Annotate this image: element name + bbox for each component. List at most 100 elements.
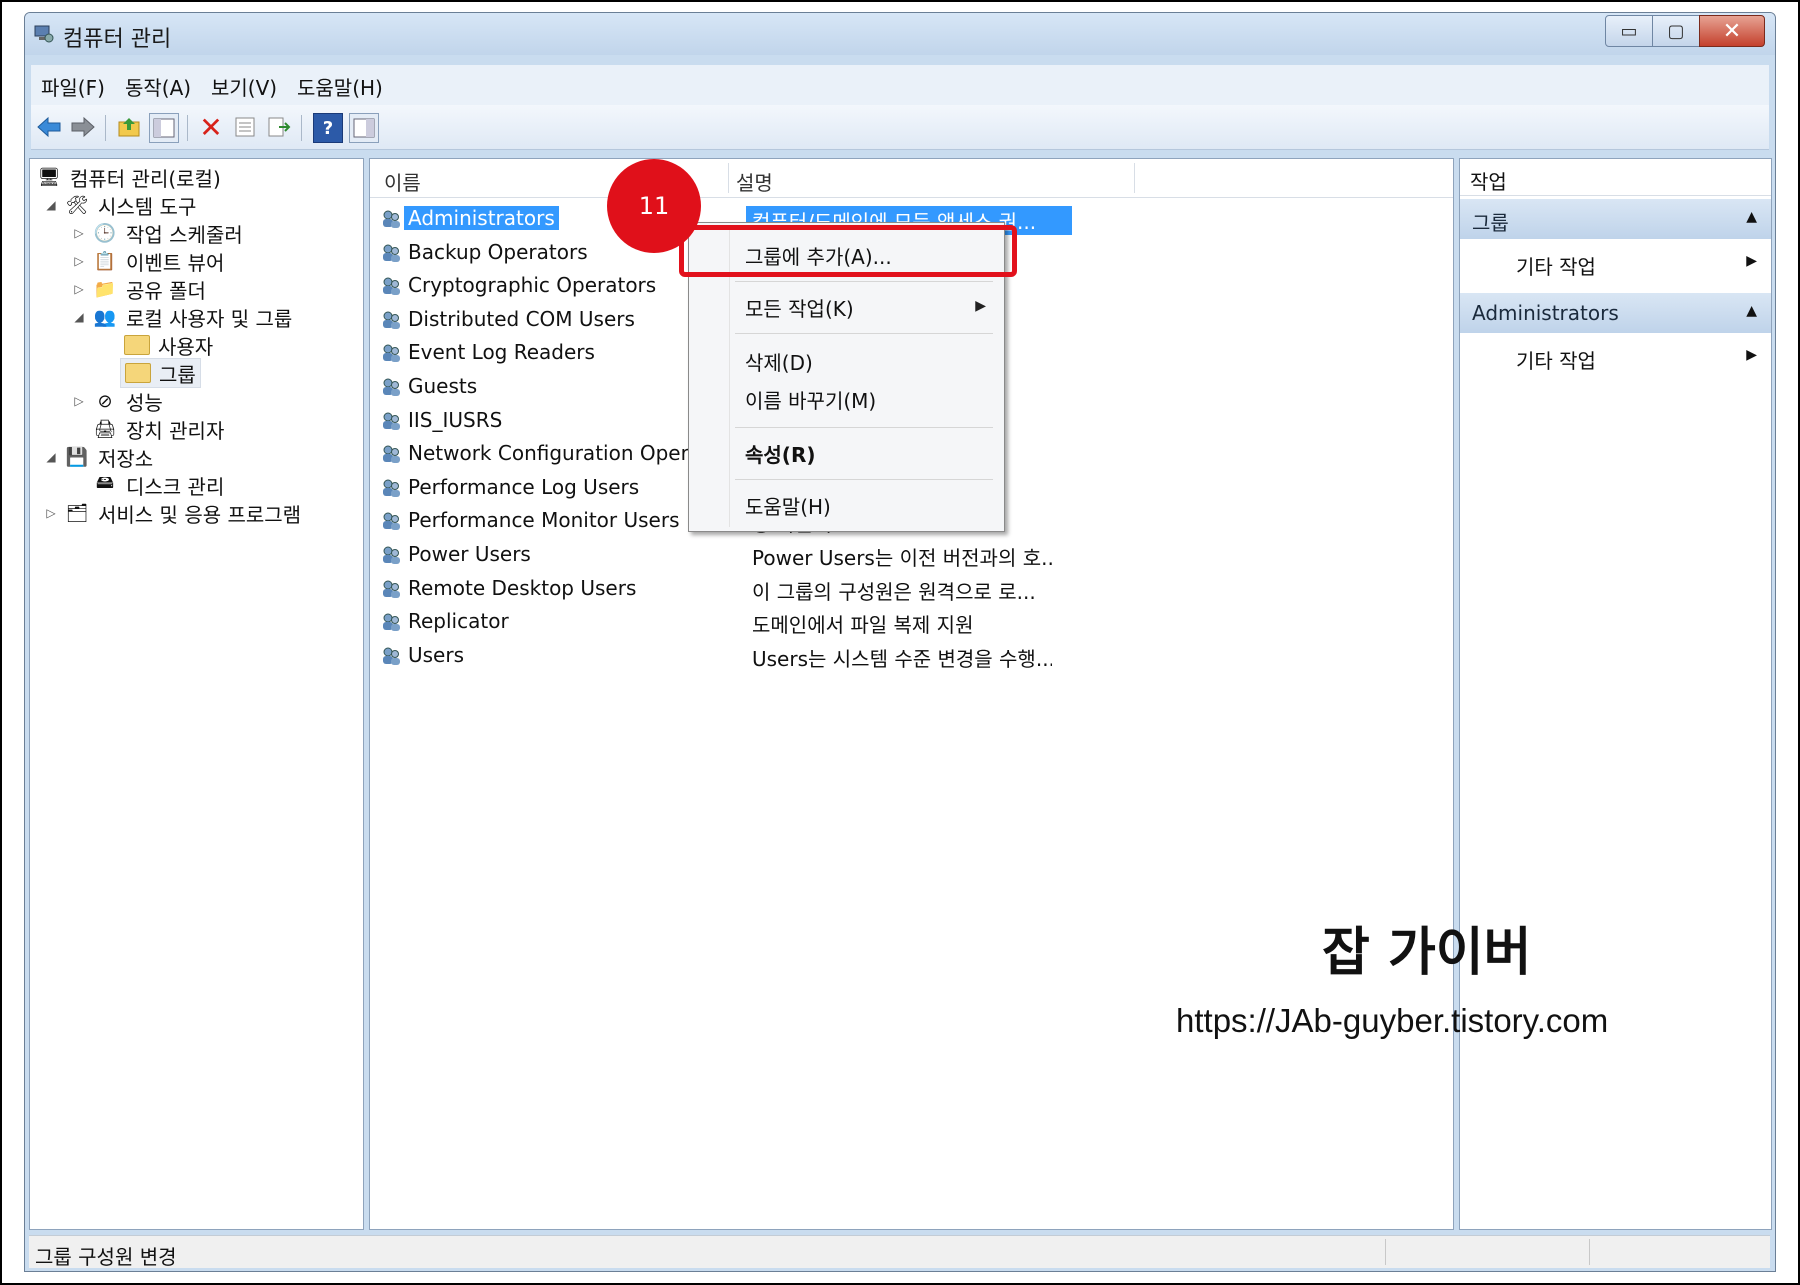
window-controls: ▭ ▢ ✕ (1605, 15, 1765, 47)
close-button[interactable]: ✕ (1699, 15, 1765, 47)
tree-node-label: 그룹 (159, 362, 196, 387)
tree-node-users[interactable]: 사용자 (124, 331, 213, 359)
back-arrow-icon[interactable] (35, 113, 63, 141)
menu-separator (735, 427, 993, 428)
group-name: IIS_IUSRS (408, 407, 503, 432)
table-row[interactable]: Remote Desktop Users 이 그룹의 구성원은 원격으로 로... (378, 575, 1438, 604)
group-name: Power Users (408, 542, 531, 566)
performance-icon: ⊘ (97, 390, 113, 412)
status-bar: 그룹 구성원 변경 (29, 1235, 1770, 1269)
show-hide-tree-icon[interactable] (149, 113, 179, 143)
menu-item-delete[interactable]: 삭제(D) (745, 347, 813, 376)
tree-node-storage[interactable]: ◢ 💾 저장소 (44, 443, 153, 471)
column-divider[interactable] (728, 163, 729, 193)
folder-icon (124, 332, 150, 358)
group-icon (383, 210, 400, 228)
step-badge: 11 (607, 159, 701, 253)
group-name: Cryptographic Operators (408, 273, 657, 298)
actions-header: 작업 (1460, 159, 1771, 196)
watermark-title: 잡 가이버 (1322, 923, 1532, 983)
actions-section-groups[interactable]: 그룹 ▲ (1460, 199, 1771, 239)
actions-pane: 작업 그룹 ▲ 기타 작업 ▶ Administrators ▲ 기타 작업 ▶ (1459, 158, 1772, 1230)
expand-arrow-icon[interactable]: ▷ (72, 394, 86, 408)
window-title: 컴퓨터 관리 (63, 27, 172, 52)
menu-separator (735, 281, 993, 282)
more-actions-item[interactable]: 기타 작업 ▶ (1460, 245, 1771, 281)
properties-icon[interactable] (231, 113, 259, 141)
table-row[interactable]: Power Users Power Users는 이전 버전과의 호... (378, 541, 1438, 570)
maximize-button[interactable]: ▢ (1652, 15, 1700, 47)
console-tree-pane: 🖥 컴퓨터 관리(로컬) ◢ 🛠 시스템 도구 ▷ 🕒 작업 스케줄러 ▷ 📋 … (29, 158, 364, 1230)
tree-node-shared-folders[interactable]: ▷ 📁 공유 폴더 (72, 275, 206, 303)
group-description: 이 그룹의 구성원은 원격으로 로... (752, 579, 1036, 604)
table-row[interactable]: Replicator 도메인에서 파일 복제 지원 (378, 608, 1438, 637)
group-icon (383, 580, 400, 598)
menu-help[interactable]: 도움말(H) (297, 72, 383, 101)
collapse-arrow-icon[interactable]: ◢ (44, 198, 58, 212)
tree-node-label: 디스크 관리 (126, 474, 225, 499)
tree-node-system-tools[interactable]: ◢ 🛠 시스템 도구 (44, 191, 196, 219)
toolbar-separator (105, 115, 106, 141)
group-name: Remote Desktop Users (408, 575, 637, 600)
menu-view[interactable]: 보기(V) (211, 72, 277, 101)
tree-node-device-manager[interactable]: 🖨 장치 관리자 (92, 415, 225, 443)
status-divider (1385, 1239, 1386, 1265)
computer-management-icon: 🖥 (37, 166, 61, 188)
tree-node-root[interactable]: 🖥 컴퓨터 관리(로컬) (36, 163, 221, 191)
up-folder-icon[interactable] (115, 113, 143, 141)
tree-node-local-users-groups[interactable]: ◢ 👥 로컬 사용자 및 그룹 (72, 303, 292, 331)
group-icon (383, 445, 400, 464)
event-viewer-icon: 📋 (93, 250, 117, 272)
tree-node-performance[interactable]: ▷ ⊘ 성능 (72, 387, 162, 415)
collapse-arrow-icon[interactable]: ◢ (72, 310, 86, 324)
minimize-button[interactable]: ▭ (1605, 15, 1653, 47)
menu-item-properties[interactable]: 속성(R) (745, 439, 815, 468)
help-icon[interactable]: ? (313, 113, 343, 143)
collapse-up-icon[interactable]: ▲ (1746, 303, 1757, 319)
group-name: Network Configuration Opera (408, 441, 702, 466)
menu-item-help[interactable]: 도움말(H) (745, 491, 831, 520)
group-name: Backup Operators (408, 239, 588, 264)
tree-node-disk-management[interactable]: 🖴 디스크 관리 (92, 471, 224, 499)
expand-arrow-icon[interactable]: ▷ (44, 506, 58, 520)
menu-item-rename[interactable]: 이름 바꾸기(M) (745, 385, 876, 414)
menu-action[interactable]: 동작(A) (125, 72, 191, 101)
expand-arrow-icon[interactable]: ▷ (72, 282, 86, 296)
more-actions-item[interactable]: 기타 작업 ▶ (1460, 339, 1771, 375)
tree-node-groups[interactable]: 그룹 (120, 358, 201, 388)
more-actions-label: 기타 작업 (1516, 255, 1596, 279)
menu-item-all-tasks[interactable]: 모든 작업(K) (745, 293, 854, 322)
tree-node-event-viewer[interactable]: ▷ 📋 이벤트 뷰어 (72, 247, 224, 275)
tree-node-task-scheduler[interactable]: ▷ 🕒 작업 스케줄러 (72, 219, 242, 247)
column-header-name[interactable]: 이름 (384, 167, 421, 196)
menu-file[interactable]: 파일(F) (41, 72, 105, 101)
screenshot-frame: 컴퓨터 관리 ▭ ▢ ✕ 파일(F) 동작(A) 보기(V) 도움말(H) ✕ … (0, 0, 1800, 1285)
status-text: 그룹 구성원 변경 (35, 1245, 177, 1269)
title-bar: 컴퓨터 관리 ▭ ▢ ✕ (25, 13, 1775, 55)
group-name: Distributed COM Users (408, 306, 635, 331)
submenu-arrow-icon: ▶ (1746, 253, 1757, 269)
forward-arrow-icon[interactable] (69, 113, 97, 141)
export-icon[interactable] (265, 113, 293, 141)
expand-arrow-icon[interactable]: ▷ (72, 226, 86, 240)
action-pane-icon[interactable] (349, 113, 379, 143)
column-header-description[interactable]: 설명 (736, 167, 773, 196)
group-icon (383, 311, 400, 329)
collapse-up-icon[interactable]: ▲ (1746, 209, 1757, 225)
menu-separator (735, 479, 993, 480)
delete-icon[interactable]: ✕ (197, 111, 225, 144)
tree-node-label: 저장소 (98, 446, 154, 471)
column-divider[interactable] (1134, 163, 1135, 193)
actions-section-administrators[interactable]: Administrators ▲ (1460, 293, 1771, 333)
list-header: 이름 설명 (370, 159, 1453, 198)
expand-arrow-icon[interactable]: ▷ (72, 254, 86, 268)
tools-icon: 🛠 (65, 194, 89, 216)
group-description: 도메인에서 파일 복제 지원 (752, 613, 974, 638)
tree-node-services-apps[interactable]: ▷ 🗂 서비스 및 응용 프로그램 (44, 499, 301, 527)
shared-folder-icon: 📁 (93, 278, 117, 300)
computer-management-icon (34, 25, 54, 43)
group-name: Guests (408, 374, 478, 398)
table-row[interactable]: Users Users는 시스템 수준 변경을 수행... (378, 642, 1438, 671)
group-name: Users (408, 642, 465, 667)
collapse-arrow-icon[interactable]: ◢ (44, 450, 58, 464)
